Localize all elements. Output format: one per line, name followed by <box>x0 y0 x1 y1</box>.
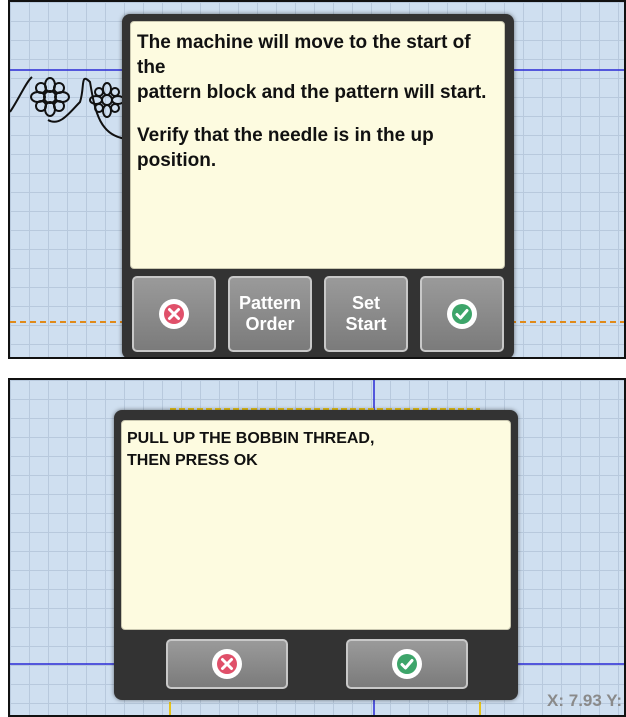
ok-button[interactable] <box>420 276 504 352</box>
cancel-icon <box>212 649 242 679</box>
message-line: THEN PRESS OK <box>127 452 258 469</box>
message-line: pattern block and the pattern will start… <box>137 82 487 103</box>
check-icon <box>447 299 477 329</box>
message-line: The machine will move to the start of th… <box>137 32 471 78</box>
bobbin-thread-dialog: PULL UP THE BOBBIN THREAD, THEN PRESS OK <box>114 410 518 700</box>
cancel-button[interactable] <box>166 639 288 689</box>
cancel-icon <box>159 299 189 329</box>
set-start-label: Set <box>351 293 380 313</box>
bottom-screenshot-panel: PULL UP THE BOBBIN THREAD, THEN PRESS OK… <box>8 378 626 717</box>
pattern-order-button[interactable]: Pattern Order <box>228 276 312 352</box>
dialog-message: PULL UP THE BOBBIN THREAD, THEN PRESS OK <box>121 420 511 630</box>
set-start-label: Start <box>345 314 387 334</box>
pattern-order-label: Order <box>245 314 295 334</box>
message-line: Verify that the needle is in the up <box>137 125 434 146</box>
set-start-button[interactable]: Set Start <box>324 276 408 352</box>
top-screenshot-panel: The machine will move to the start of th… <box>8 0 626 359</box>
check-icon <box>392 649 422 679</box>
coordinates-readout: X: 7.93 Y: <box>547 691 622 710</box>
move-to-start-dialog: The machine will move to the start of th… <box>122 14 514 357</box>
message-line: PULL UP THE BOBBIN THREAD, <box>127 430 375 447</box>
dialog-message: The machine will move to the start of th… <box>130 21 505 269</box>
flower-motif-1 <box>30 77 70 117</box>
pattern-order-label: Pattern <box>238 293 301 313</box>
message-line: position. <box>137 150 217 171</box>
cancel-button[interactable] <box>132 276 216 352</box>
ok-button[interactable] <box>346 639 468 689</box>
flower-motif-2 <box>89 82 125 118</box>
